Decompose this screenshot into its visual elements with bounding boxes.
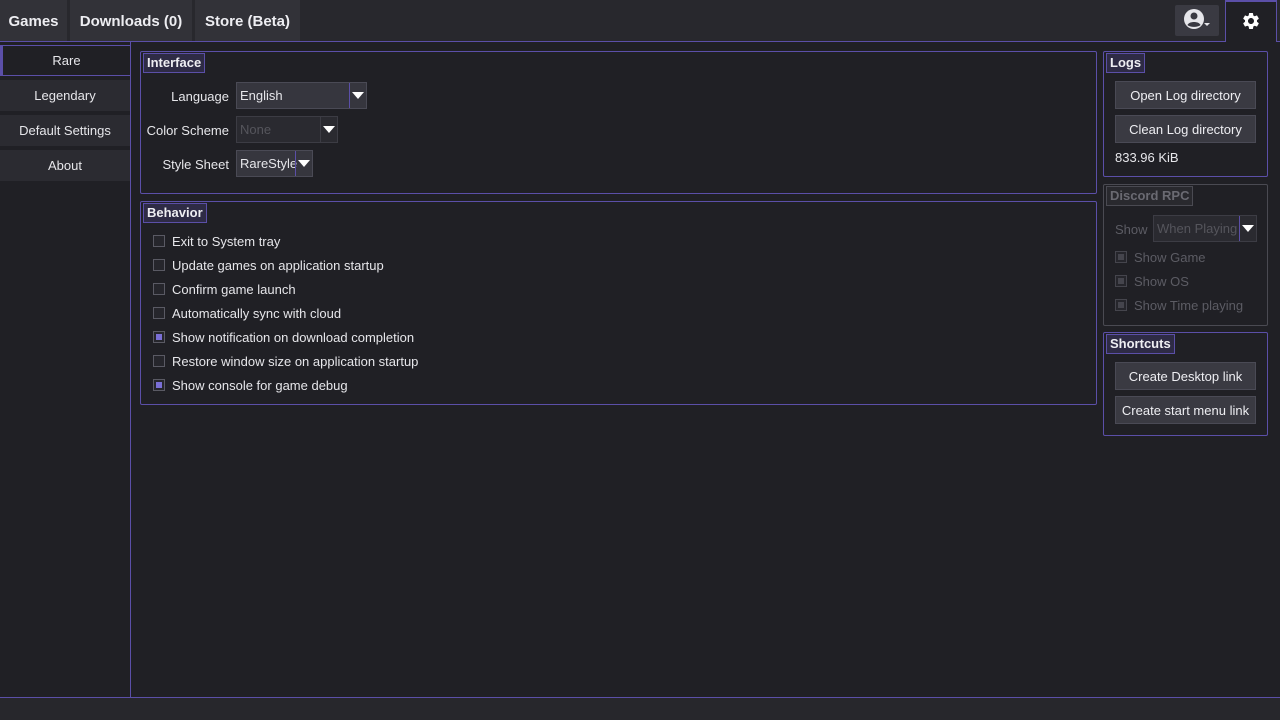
discord-show-select-value: When Playing <box>1157 221 1238 236</box>
clean-log-directory-button[interactable]: Clean Log directory <box>1115 115 1256 143</box>
show-os-checkbox[interactable]: Show OS <box>1115 272 1189 290</box>
discord-rpc-group: Discord RPC Show When Playing Show Game … <box>1103 184 1268 326</box>
checkbox-box[interactable] <box>153 235 165 247</box>
tab-settings[interactable] <box>1225 0 1277 42</box>
checkbox-label: Confirm game launch <box>172 281 296 297</box>
account-circle-icon <box>1183 8 1211 33</box>
color-scheme-label: Color Scheme <box>146 123 229 138</box>
behavior-group: Behavior Exit to System tray Update game… <box>140 201 1097 405</box>
top-tab-bar: Games Downloads (0) Store (Beta) <box>0 0 1280 42</box>
checkbox-box[interactable] <box>153 283 165 295</box>
checkbox-label: Show OS <box>1134 273 1189 289</box>
open-log-directory-button[interactable]: Open Log directory <box>1115 81 1256 109</box>
exit-to-tray-checkbox[interactable]: Exit to System tray <box>153 232 280 250</box>
checkbox-label: Update games on application startup <box>172 257 384 273</box>
gear-icon <box>1241 11 1261 34</box>
logs-group-title: Logs <box>1106 53 1146 73</box>
sidebar-item-about[interactable]: About <box>0 150 130 181</box>
checkbox-label: Show console for game debug <box>172 377 348 393</box>
create-desktop-link-button[interactable]: Create Desktop link <box>1115 362 1256 390</box>
checkbox-label: Restore window size on application start… <box>172 353 419 369</box>
checkbox-label: Show notification on download completion <box>172 329 415 345</box>
chevron-down-icon <box>295 151 312 176</box>
behavior-group-title: Behavior <box>143 203 207 223</box>
checkbox-box[interactable] <box>153 379 165 391</box>
confirm-launch-checkbox[interactable]: Confirm game launch <box>153 280 296 298</box>
tab-store[interactable]: Store (Beta) <box>195 0 300 42</box>
shortcuts-group: Shortcuts Create Desktop link Create sta… <box>1103 332 1268 436</box>
checkbox-box[interactable] <box>153 259 165 271</box>
restore-window-checkbox[interactable]: Restore window size on application start… <box>153 352 418 370</box>
language-select[interactable]: English <box>236 82 367 109</box>
sidebar-item-default-settings[interactable]: Default Settings <box>0 115 130 146</box>
settings-sidebar: Rare Legendary Default Settings About <box>0 42 131 697</box>
status-bar <box>0 697 1280 720</box>
checkbox-label: Exit to System tray <box>172 233 281 249</box>
checkbox-label: Show Time playing <box>1134 297 1244 313</box>
shortcuts-group-title: Shortcuts <box>1106 334 1175 354</box>
chevron-down-icon <box>1239 216 1256 241</box>
checkbox-box[interactable] <box>1115 299 1127 311</box>
logs-group: Logs Open Log directory Clean Log direct… <box>1103 51 1268 177</box>
style-sheet-label: Style Sheet <box>162 157 230 172</box>
language-label: Language <box>171 89 229 104</box>
sidebar-item-rare[interactable]: Rare <box>0 45 130 76</box>
download-notification-checkbox[interactable]: Show notification on download completion <box>153 328 414 346</box>
tab-games[interactable]: Games <box>0 0 67 42</box>
discord-show-label: Show <box>1115 222 1148 237</box>
show-time-playing-checkbox[interactable]: Show Time playing <box>1115 296 1243 314</box>
interface-group: Interface Language English Color Scheme … <box>140 51 1097 194</box>
chevron-down-icon <box>349 83 366 108</box>
color-scheme-select-value: None <box>240 122 272 137</box>
tab-bar-divider <box>0 41 1225 42</box>
checkbox-label: Automatically sync with cloud <box>172 305 342 321</box>
interface-group-title: Interface <box>143 53 206 73</box>
style-sheet-select-value: RareStyle <box>240 156 298 171</box>
checkbox-box[interactable] <box>153 331 165 343</box>
discord-show-select[interactable]: When Playing <box>1153 215 1257 242</box>
discord-rpc-group-title: Discord RPC <box>1106 186 1194 206</box>
sidebar-item-legendary[interactable]: Legendary <box>0 80 130 111</box>
language-select-value: English <box>240 88 283 103</box>
log-size-label: 833.96 KiB <box>1115 150 1179 165</box>
color-scheme-select[interactable]: None <box>236 116 338 143</box>
tab-downloads[interactable]: Downloads (0) <box>70 0 192 42</box>
checkbox-box[interactable] <box>153 307 165 319</box>
checkbox-box[interactable] <box>153 355 165 367</box>
create-start-menu-link-button[interactable]: Create start menu link <box>1115 396 1256 424</box>
show-game-checkbox[interactable]: Show Game <box>1115 248 1206 266</box>
account-button[interactable] <box>1175 5 1219 36</box>
checkbox-box[interactable] <box>1115 251 1127 263</box>
update-games-checkbox[interactable]: Update games on application startup <box>153 256 384 274</box>
console-debug-checkbox[interactable]: Show console for game debug <box>153 376 348 394</box>
checkbox-box[interactable] <box>1115 275 1127 287</box>
checkbox-label: Show Game <box>1134 249 1206 265</box>
auto-sync-checkbox[interactable]: Automatically sync with cloud <box>153 304 341 322</box>
chevron-down-icon <box>320 117 337 142</box>
style-sheet-select[interactable]: RareStyle <box>236 150 313 177</box>
